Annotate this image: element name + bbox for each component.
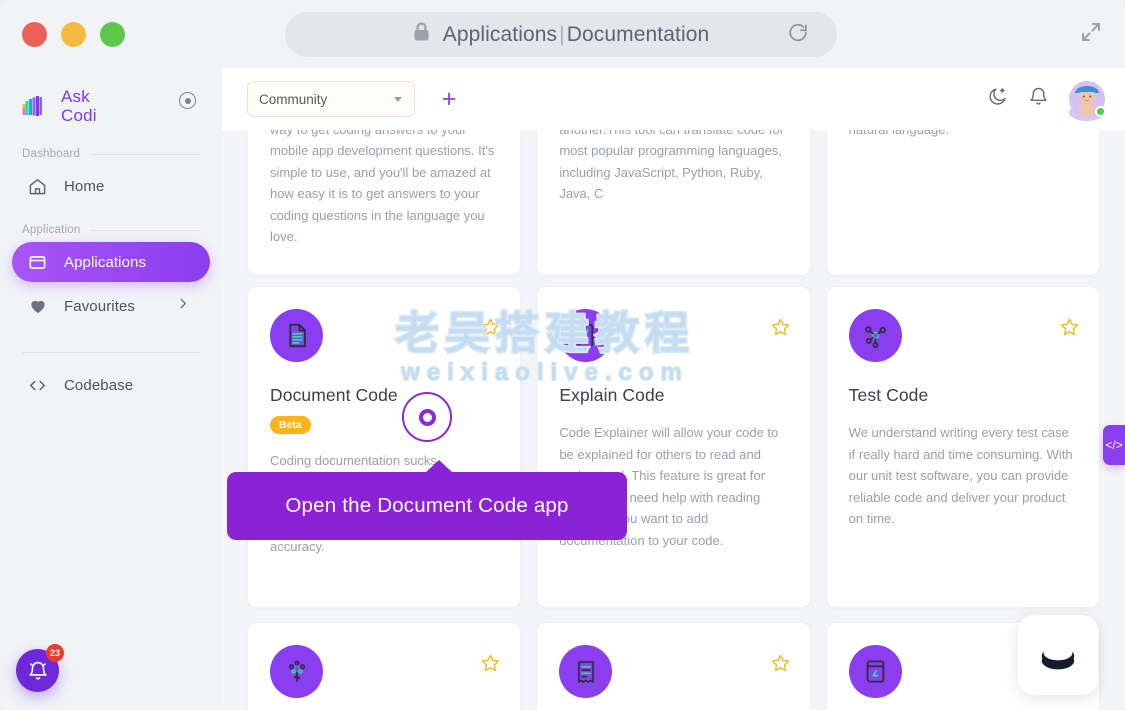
- sidebar-item-favourites[interactable]: Favourites: [12, 286, 210, 326]
- sidebar-section-application: Application: [0, 224, 222, 236]
- card-row-bottom: [248, 607, 1099, 710]
- sidebar: Ask Codi Dashboard Home Application: [0, 68, 222, 710]
- click-target-ring: [402, 392, 452, 442]
- address-suffix: Documentation: [567, 23, 710, 46]
- app-card-explain-code[interactable]: Explain Code Code Explainer will allow y…: [537, 287, 809, 607]
- brand-line-2: Codi: [61, 106, 97, 125]
- document-icon: [270, 309, 323, 362]
- app-card[interactable]: [248, 623, 520, 710]
- expand-icon[interactable]: [1079, 20, 1103, 49]
- add-application-button[interactable]: +: [436, 86, 462, 112]
- reload-icon[interactable]: [787, 21, 809, 48]
- card-row-middle: Document Code Beta Coding documentation …: [248, 275, 1099, 607]
- brand-name: Ask Codi: [61, 87, 97, 125]
- app-card[interactable]: [537, 623, 809, 710]
- section-divider: [90, 154, 200, 155]
- card-title: Explain Code: [559, 385, 787, 406]
- lock-icon: [413, 22, 430, 47]
- applications-grid: The app development is the easiest way t…: [222, 130, 1125, 710]
- askcodi-logo-icon: [18, 91, 48, 121]
- sidebar-item-home[interactable]: Home: [12, 166, 210, 206]
- address-bar[interactable]: Applications|Documentation: [285, 12, 837, 57]
- code-bracket-icon[interactable]: </>: [1103, 425, 1125, 465]
- star-icon[interactable]: [481, 317, 500, 341]
- section-divider: [90, 230, 200, 231]
- toolbar-actions: [987, 81, 1105, 117]
- status-badge: Beta: [270, 416, 311, 434]
- chevron-down-icon: [394, 97, 402, 102]
- sidebar-section-label: Dashboard: [22, 148, 80, 160]
- avatar[interactable]: [1069, 81, 1105, 117]
- content-toolbar: Community +: [222, 68, 1125, 130]
- mobile-code-icon: [559, 309, 612, 362]
- sidebar-item-label: Home: [64, 178, 104, 195]
- maximize-window-button[interactable]: [100, 22, 125, 47]
- sidebar-section-dashboard: Dashboard: [0, 148, 222, 160]
- bell-icon[interactable]: [1028, 86, 1049, 112]
- app-window: Applications|Documentation: [0, 0, 1125, 710]
- minimize-window-button[interactable]: [61, 22, 86, 47]
- brand-logo-area[interactable]: Ask Codi: [0, 68, 222, 130]
- moon-icon[interactable]: [987, 86, 1008, 112]
- network-nodes-icon: [849, 309, 902, 362]
- address-bar-text: Applications|Documentation: [443, 23, 710, 47]
- sidebar-item-codebase[interactable]: Codebase: [12, 365, 210, 405]
- home-icon: [28, 177, 50, 196]
- star-icon[interactable]: [1060, 317, 1079, 341]
- card-description: We understand writing every test case if…: [849, 422, 1077, 530]
- tooltip-text: Open the Document Code app: [285, 494, 568, 518]
- sidebar-item-label: Codebase: [64, 377, 133, 394]
- card-title: Test Code: [849, 385, 1077, 406]
- sidebar-collapse-toggle[interactable]: [179, 92, 196, 109]
- community-dropdown[interactable]: Community: [247, 81, 415, 117]
- sidebar-divider: [0, 352, 222, 353]
- brand-line-1: Ask: [61, 87, 97, 106]
- app-card-document-code[interactable]: Document Code Beta Coding documentation …: [248, 287, 520, 607]
- molecule-icon: [270, 645, 323, 698]
- close-window-button[interactable]: [22, 22, 47, 47]
- mobile-window-icon: [849, 645, 902, 698]
- disk-logo-icon[interactable]: [1018, 615, 1098, 695]
- code-icon: [28, 376, 50, 395]
- address-separator: |: [557, 23, 567, 46]
- sidebar-item-label: Favourites: [64, 298, 135, 315]
- sidebar-item-applications[interactable]: Applications: [12, 242, 210, 282]
- notification-badge: 23: [46, 644, 64, 662]
- dropdown-selected-value: Community: [259, 92, 327, 107]
- notification-fab-button[interactable]: 23: [16, 649, 59, 692]
- star-icon[interactable]: [771, 317, 790, 341]
- window-titlebar: Applications|Documentation: [0, 0, 1125, 68]
- heart-icon: [28, 296, 50, 316]
- card-title: Document Code: [270, 385, 498, 406]
- chevron-right-icon: [176, 297, 190, 316]
- online-status-indicator: [1095, 106, 1106, 117]
- sidebar-section-label: Application: [22, 224, 80, 236]
- star-icon[interactable]: [481, 653, 500, 677]
- receipt-icon: [559, 645, 612, 698]
- instruction-tooltip: Open the Document Code app: [227, 472, 627, 540]
- main-content: Community +: [222, 68, 1125, 710]
- sidebar-item-label: Applications: [64, 254, 146, 271]
- tooltip-arrow: [425, 460, 453, 473]
- address-prefix: Applications: [443, 23, 557, 46]
- app-card-test-code[interactable]: Test Code We understand writing every te…: [827, 287, 1099, 607]
- star-icon[interactable]: [771, 653, 790, 677]
- window-icon: [28, 253, 50, 272]
- card-row-top: The app development is the easiest way t…: [248, 130, 1099, 275]
- traffic-light-controls: [22, 22, 125, 47]
